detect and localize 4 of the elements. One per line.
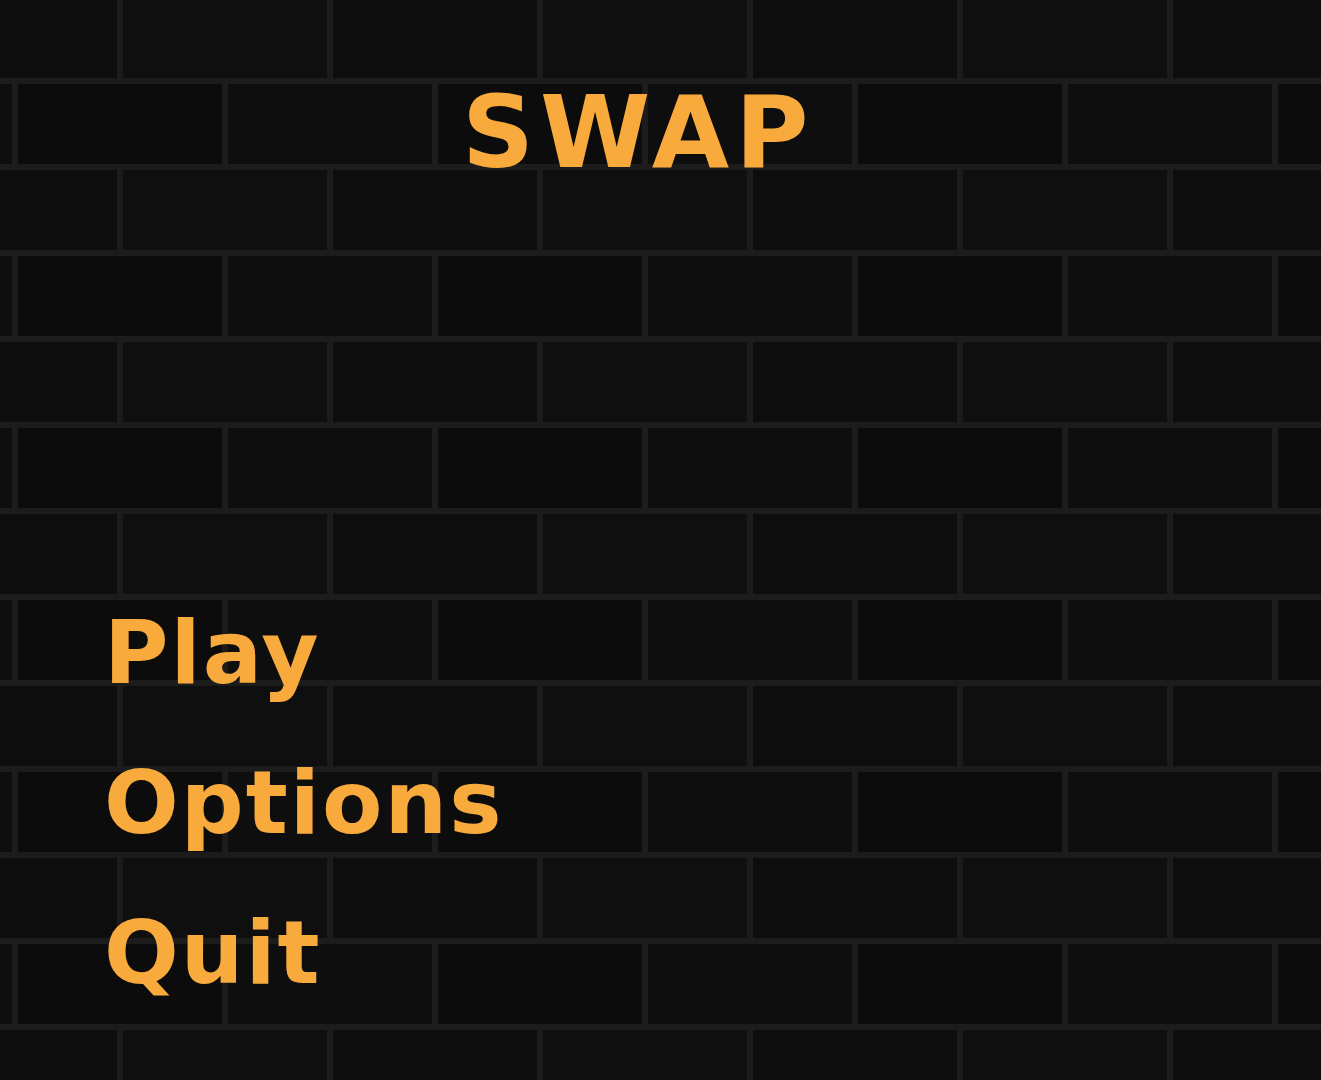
game-title: SWAP: [462, 78, 815, 188]
menu-item[interactable]: Options: [104, 748, 504, 858]
menu-item[interactable]: Quit: [104, 898, 322, 1008]
menu-item[interactable]: Play: [104, 598, 321, 708]
